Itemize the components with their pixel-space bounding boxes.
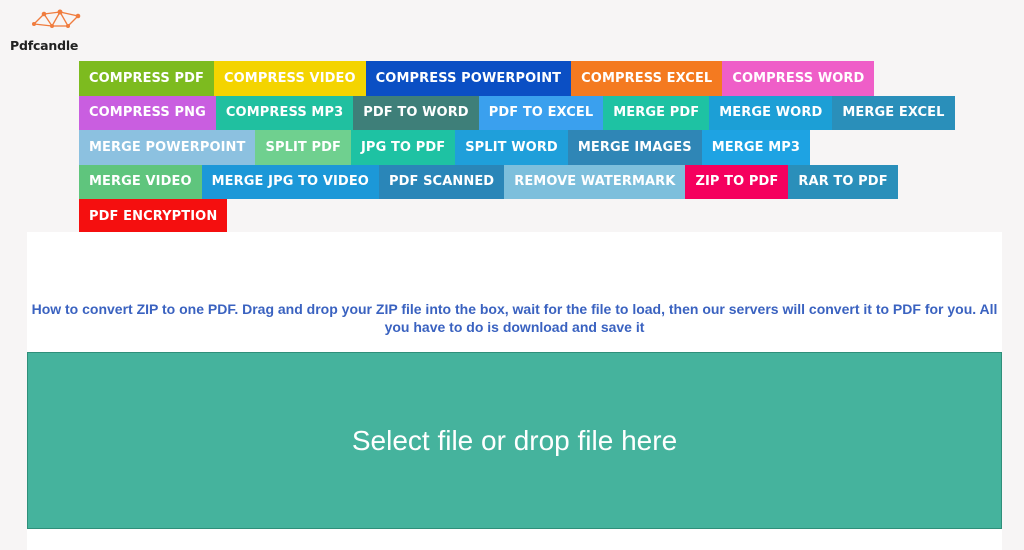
tool-link-remove-watermark[interactable]: REMOVE WATERMARK <box>504 164 686 199</box>
tool-link-compress-excel[interactable]: COMPRESS EXCEL <box>571 61 723 96</box>
page: Pdfcandle COMPRESS PDF COMPRESS VIDEO COMP… <box>0 0 1024 550</box>
tool-link-merge-pdf[interactable]: MERGE PDF <box>603 95 710 130</box>
logo-text: Pdfcandle <box>10 38 79 53</box>
file-dropzone[interactable]: Select file or drop file here <box>27 352 1002 529</box>
tool-link-compress-png[interactable]: COMPRESS PNG <box>79 95 216 130</box>
tool-row: COMPRESS PDF COMPRESS VIDEO COMPRESS POWER… <box>79 61 939 96</box>
tool-link-zip-to-pdf[interactable]: ZIP TO PDF <box>685 164 789 199</box>
tool-link-jpg-to-pdf[interactable]: JPG TO PDF <box>351 130 456 165</box>
tool-link-pdf-encryption[interactable]: PDF ENCRYPTION <box>79 199 228 234</box>
tool-row: PDF ENCRYPTION <box>79 199 939 234</box>
tool-link-compress-powerpoint[interactable]: COMPRESS POWERPOINT <box>365 61 572 96</box>
tool-link-merge-powerpoint[interactable]: MERGE POWERPOINT <box>79 130 256 165</box>
tool-link-merge-excel[interactable]: MERGE EXCEL <box>832 95 955 130</box>
tool-link-compress-pdf[interactable]: COMPRESS PDF <box>79 61 215 96</box>
tool-row: MERGE POWERPOINT SPLIT PDF JPG TO PDF SPLIT… <box>79 130 939 165</box>
instructions-text: How to convert ZIP to one PDF. Drag and … <box>31 301 998 335</box>
tool-row: COMPRESS PNG COMPRESS MP3 PDF TO WORD PDF T… <box>79 95 955 130</box>
tool-link-compress-mp3[interactable]: COMPRESS MP3 <box>215 95 354 130</box>
tool-link-merge-word[interactable]: MERGE WORD <box>709 95 833 130</box>
tool-navigation: COMPRESS PDF COMPRESS VIDEO COMPRESS POWER… <box>79 61 955 234</box>
tool-link-pdf-to-excel[interactable]: PDF TO EXCEL <box>478 95 604 130</box>
tool-link-merge-mp3[interactable]: MERGE MP3 <box>701 130 811 165</box>
tool-link-merge-images[interactable]: MERGE IMAGES <box>567 130 702 165</box>
tool-link-pdf-scanned[interactable]: PDF SCANNED <box>378 164 505 199</box>
network-nodes-logo-icon <box>32 9 81 28</box>
tool-link-split-pdf[interactable]: SPLIT PDF <box>255 130 351 165</box>
tool-row: MERGE VIDEO MERGE JPG TO VIDEO PDF SCANNED… <box>79 164 939 199</box>
dropzone-label: Select file or drop file here <box>351 424 678 456</box>
tool-link-merge-jpg-to-video[interactable]: MERGE JPG TO VIDEO <box>201 164 379 199</box>
tool-link-split-word[interactable]: SPLIT WORD <box>455 130 568 165</box>
tool-link-merge-video[interactable]: MERGE VIDEO <box>79 164 202 199</box>
tool-link-compress-word[interactable]: COMPRESS WORD <box>722 61 875 96</box>
site-logo[interactable]: Pdfcandle <box>4 6 104 53</box>
tool-link-compress-video[interactable]: COMPRESS VIDEO <box>214 61 366 96</box>
tool-link-rar-to-pdf[interactable]: RAR TO PDF <box>788 164 898 199</box>
tool-link-pdf-to-word[interactable]: PDF TO WORD <box>353 95 479 130</box>
